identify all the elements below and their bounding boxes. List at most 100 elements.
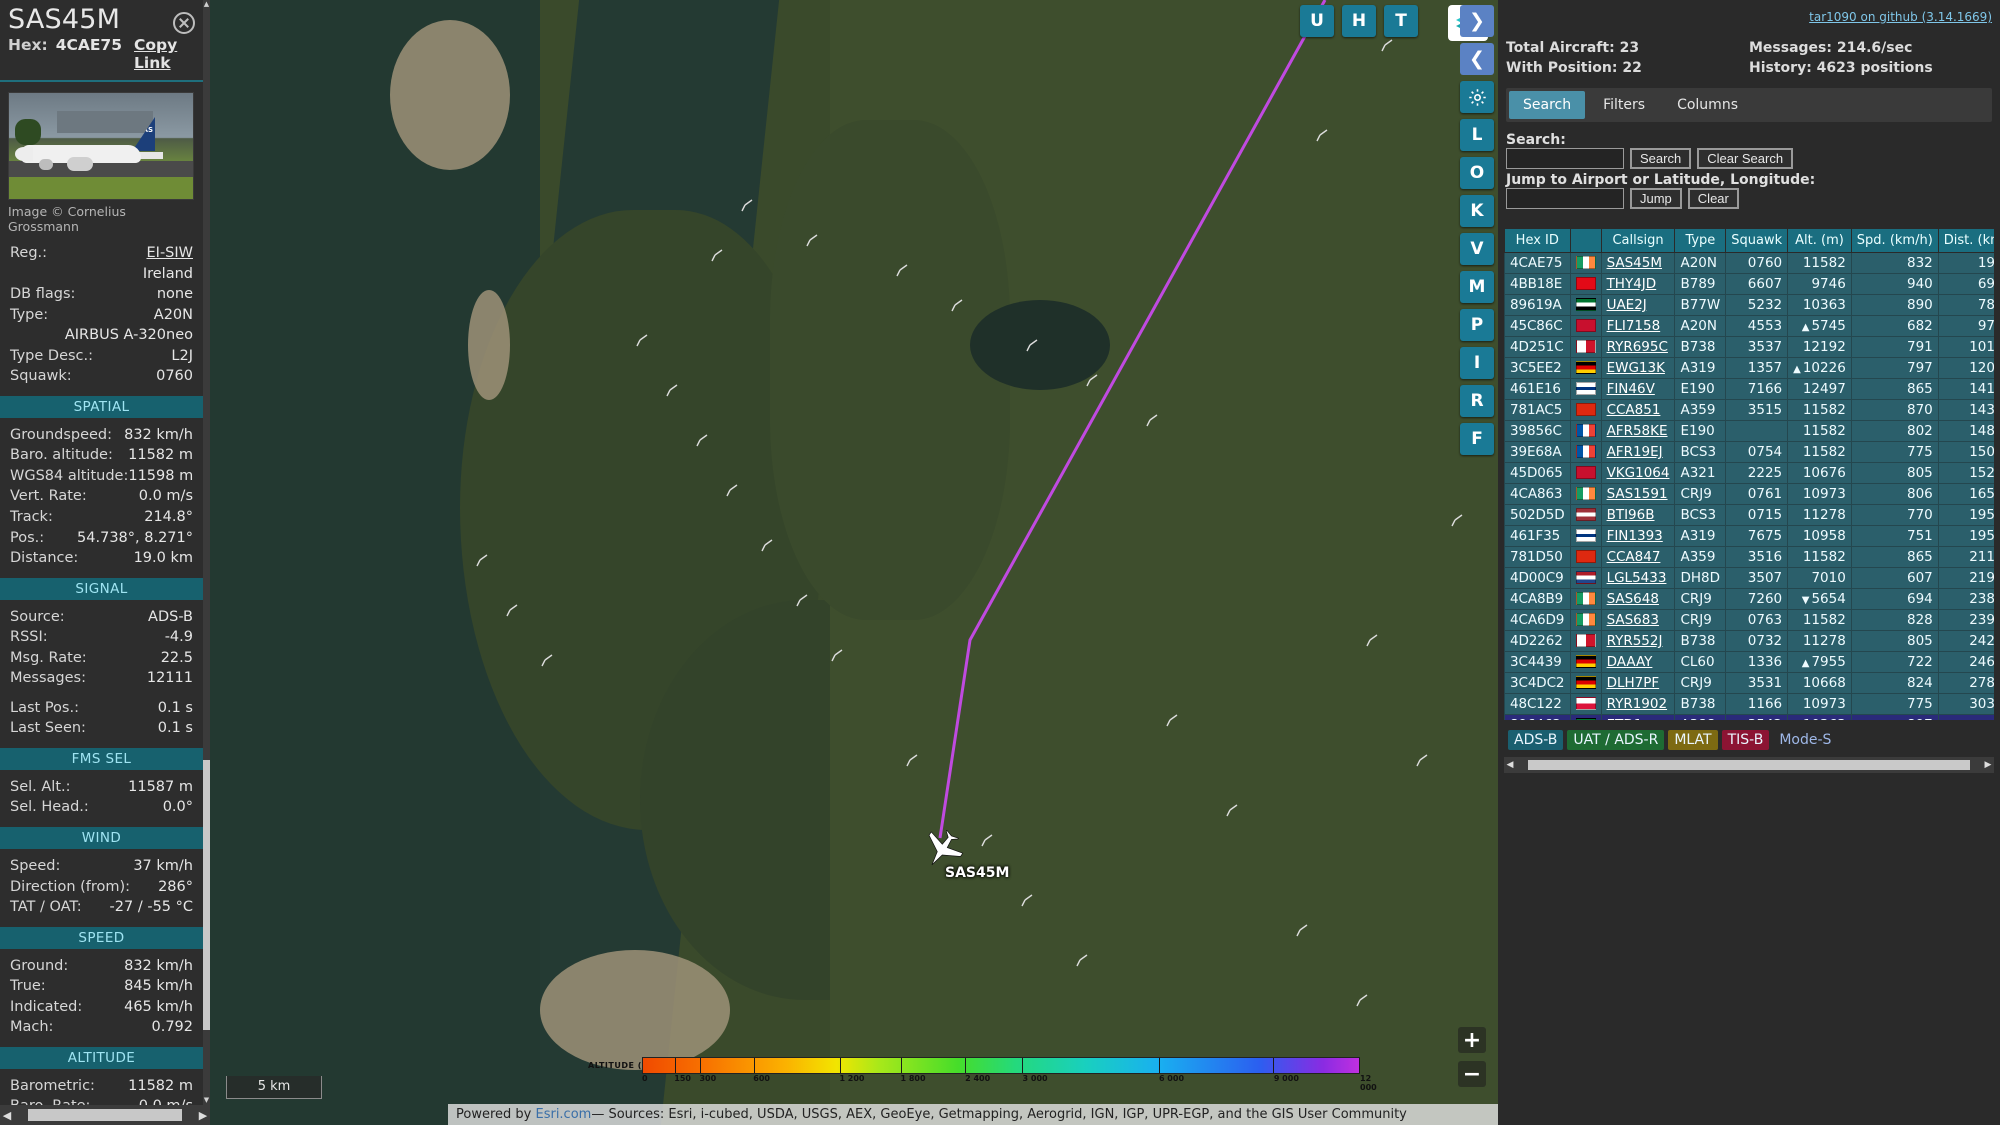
search-button[interactable]: Search bbox=[1630, 148, 1692, 169]
callsign-link[interactable]: EWG13K bbox=[1607, 360, 1665, 376]
scroll-up-icon[interactable]: ▲ bbox=[203, 0, 210, 9]
callsign-link[interactable]: DAAAY bbox=[1607, 654, 1653, 670]
cell-callsign[interactable]: RYR1902 bbox=[1600, 693, 1676, 715]
map-button-u[interactable]: U bbox=[1300, 5, 1334, 37]
table-row[interactable]: 45D065VKG1064A321222510676805152.7-23.7 bbox=[1504, 462, 1994, 484]
hscrollbar-thumb[interactable] bbox=[28, 1109, 182, 1121]
tab-filters[interactable]: Filters bbox=[1589, 91, 1659, 119]
table-row[interactable]: 502D5DBTI96BBCS3071511278770195.6-25.2 bbox=[1504, 504, 1994, 526]
table-row[interactable]: 896462ETD1A388354210363897-28.1 bbox=[1504, 714, 1994, 720]
cell-callsign[interactable]: AFR58KE bbox=[1600, 420, 1676, 442]
column-header-type[interactable]: Type bbox=[1674, 228, 1727, 253]
column-header-callsign[interactable]: Callsign bbox=[1600, 228, 1676, 253]
callsign-link[interactable]: BTI96B bbox=[1607, 507, 1655, 523]
map-button-p[interactable]: P bbox=[1460, 309, 1494, 341]
table-row[interactable]: 4CA6D9SAS683CRJ9076311582828239.0-27.3 bbox=[1504, 609, 1994, 631]
table-row[interactable]: 3C4439DAAAYCL601336▲7955722246.2-25.4 bbox=[1504, 651, 1994, 673]
legend-mlat[interactable]: MLAT bbox=[1668, 730, 1718, 750]
callsign-link[interactable]: FIN1393 bbox=[1607, 528, 1663, 544]
cell-callsign[interactable]: FLI7158 bbox=[1600, 315, 1676, 337]
table-row[interactable]: 4BB18ETHY4JDB7896607974694069.7-15.5 bbox=[1504, 273, 1994, 295]
column-header-hex-id[interactable]: Hex ID bbox=[1504, 228, 1571, 253]
aircraft-table-wrapper[interactable]: Hex ID Callsign Type Squawk Alt. (m) Spd. (km… bbox=[1504, 228, 1994, 720]
table-row[interactable]: 781D50CCA847A359351611582865211.3-26.5 bbox=[1504, 546, 1994, 568]
callsign-link[interactable]: FLI7158 bbox=[1607, 318, 1661, 334]
table-row[interactable]: 461E16FIN46VE190716612497865141.3-26.1 bbox=[1504, 378, 1994, 400]
map-button-v[interactable]: V bbox=[1460, 233, 1494, 265]
cell-callsign[interactable]: LGL5433 bbox=[1600, 567, 1676, 589]
cell-callsign[interactable]: THY4JD bbox=[1600, 273, 1676, 295]
column-header-alt-m[interactable]: Alt. (m) bbox=[1787, 228, 1852, 253]
callsign-link[interactable]: RYR552J bbox=[1607, 633, 1663, 649]
map-button-k[interactable]: K bbox=[1460, 195, 1494, 227]
column-header-dist-km[interactable]: Dist. (km) bbox=[1937, 228, 1994, 253]
column-header-flag[interactable] bbox=[1569, 228, 1602, 253]
info-value[interactable]: EI-SIW bbox=[147, 244, 194, 263]
table-row[interactable]: 4D00C9LGL5433DH8D35077010607219.8-23.1 bbox=[1504, 567, 1994, 589]
cell-callsign[interactable]: BTI96B bbox=[1600, 504, 1676, 526]
table-row[interactable]: 45C86CFLI7158A20N4553▲574568297.5-22.0 bbox=[1504, 315, 1994, 337]
column-header-spd-km-h[interactable]: Spd. (km/h) bbox=[1850, 228, 1939, 253]
callsign-link[interactable]: CCA851 bbox=[1607, 402, 1661, 418]
callsign-link[interactable]: RYR1902 bbox=[1607, 696, 1668, 712]
callsign-link[interactable]: FIN46V bbox=[1607, 381, 1655, 397]
cell-callsign[interactable]: RYR552J bbox=[1600, 630, 1676, 652]
table-row[interactable]: 4D251CRYR695CB738353712192791101.2-8.4 bbox=[1504, 336, 1994, 358]
sidebar-horizontal-scrollbar[interactable]: ◀ ▶ bbox=[0, 1105, 210, 1125]
cell-callsign[interactable]: FIN1393 bbox=[1600, 525, 1676, 547]
table-row[interactable]: 39E68AAFR19EJBCS3075411582775150.3-23.7 bbox=[1504, 441, 1994, 463]
zoom-in-button[interactable]: + bbox=[1458, 1027, 1486, 1053]
legend-mode-s[interactable]: Mode-S bbox=[1773, 730, 1837, 750]
table-row[interactable]: 461F35FIN1393A319767510958751195.6-23.2 bbox=[1504, 525, 1994, 547]
scrollbar-thumb[interactable] bbox=[203, 760, 210, 1030]
cell-callsign[interactable]: UAE2J bbox=[1600, 294, 1676, 316]
callsign-link[interactable]: ETD1 bbox=[1607, 717, 1643, 720]
search-input[interactable] bbox=[1506, 148, 1624, 169]
cell-callsign[interactable]: RYR695C bbox=[1600, 336, 1676, 358]
callsign-link[interactable]: SAS1591 bbox=[1607, 486, 1668, 502]
callsign-link[interactable]: RYR695C bbox=[1607, 339, 1668, 355]
table-row[interactable]: 4CA863SAS1591CRJ9076110973806165.6-26.8 bbox=[1504, 483, 1994, 505]
table-row[interactable]: 4D2262RYR552JB738073211278805242.4-27.3 bbox=[1504, 630, 1994, 652]
tab-columns[interactable]: Columns bbox=[1663, 91, 1752, 119]
callsign-link[interactable]: AFR58KE bbox=[1607, 423, 1668, 439]
map-button-l[interactable]: L bbox=[1460, 119, 1494, 151]
legend-ads-b[interactable]: ADS-B bbox=[1508, 730, 1564, 750]
cell-callsign[interactable]: FIN46V bbox=[1600, 378, 1676, 400]
table-row[interactable]: 3C4DC2DLH7PFCRJ9353110668824278.8-23.1 bbox=[1504, 672, 1994, 694]
cell-callsign[interactable]: SAS648 bbox=[1600, 588, 1676, 610]
table-scroll-left-icon[interactable]: ◀ bbox=[1504, 760, 1516, 770]
callsign-link[interactable]: CCA847 bbox=[1607, 549, 1661, 565]
cell-callsign[interactable]: SAS1591 bbox=[1600, 483, 1676, 505]
gear-icon[interactable] bbox=[1460, 81, 1494, 113]
callsign-link[interactable]: SAS683 bbox=[1607, 612, 1659, 628]
legend-tis-b[interactable]: TIS-B bbox=[1721, 730, 1770, 750]
callsign-link[interactable]: AFR19EJ bbox=[1607, 444, 1663, 460]
table-row[interactable]: 3C5EE2EWG13KA3191357▲10226797120.3-26.5 bbox=[1504, 357, 1994, 379]
callsign-link[interactable]: SAS45M bbox=[1607, 255, 1662, 271]
zoom-out-button[interactable]: − bbox=[1458, 1061, 1486, 1087]
jump-button[interactable]: Jump bbox=[1630, 188, 1682, 209]
cell-callsign[interactable]: ETD1 bbox=[1600, 714, 1676, 720]
legend-uat-ads-r[interactable]: UAT / ADS-R bbox=[1567, 730, 1665, 750]
callsign-link[interactable]: VKG1064 bbox=[1607, 465, 1670, 481]
jump-clear-button[interactable]: Clear bbox=[1687, 188, 1739, 209]
table-hscrollbar-thumb[interactable] bbox=[1528, 760, 1970, 770]
cell-callsign[interactable]: CCA851 bbox=[1600, 399, 1676, 421]
map-button-t[interactable]: T bbox=[1384, 5, 1418, 37]
table-row[interactable]: 781AC5CCA851A359351511582870143.8-26.2 bbox=[1504, 399, 1994, 421]
map-button-r[interactable]: R bbox=[1460, 385, 1494, 417]
chevron-left-icon[interactable]: ❮ bbox=[1460, 43, 1494, 75]
cell-callsign[interactable]: DAAAY bbox=[1600, 651, 1676, 673]
table-row[interactable]: 39856CAFR58KEE19011582802148.5-28.1 bbox=[1504, 420, 1994, 442]
map-button-f[interactable]: F bbox=[1460, 423, 1494, 455]
cell-callsign[interactable]: CCA847 bbox=[1600, 546, 1676, 568]
cell-callsign[interactable]: SAS683 bbox=[1600, 609, 1676, 631]
callsign-link[interactable]: THY4JD bbox=[1607, 276, 1657, 292]
sidebar-vertical-scrollbar[interactable]: ▲ ▼ bbox=[203, 0, 210, 1105]
table-row[interactable]: 4CA8B9SAS648CRJ97260▼5654694238.9-28.1 bbox=[1504, 588, 1994, 610]
close-icon[interactable] bbox=[173, 12, 195, 34]
cell-callsign[interactable]: DLH7PF bbox=[1600, 672, 1676, 694]
map-button-i[interactable]: I bbox=[1460, 347, 1494, 379]
map-button-h[interactable]: H bbox=[1342, 5, 1376, 37]
